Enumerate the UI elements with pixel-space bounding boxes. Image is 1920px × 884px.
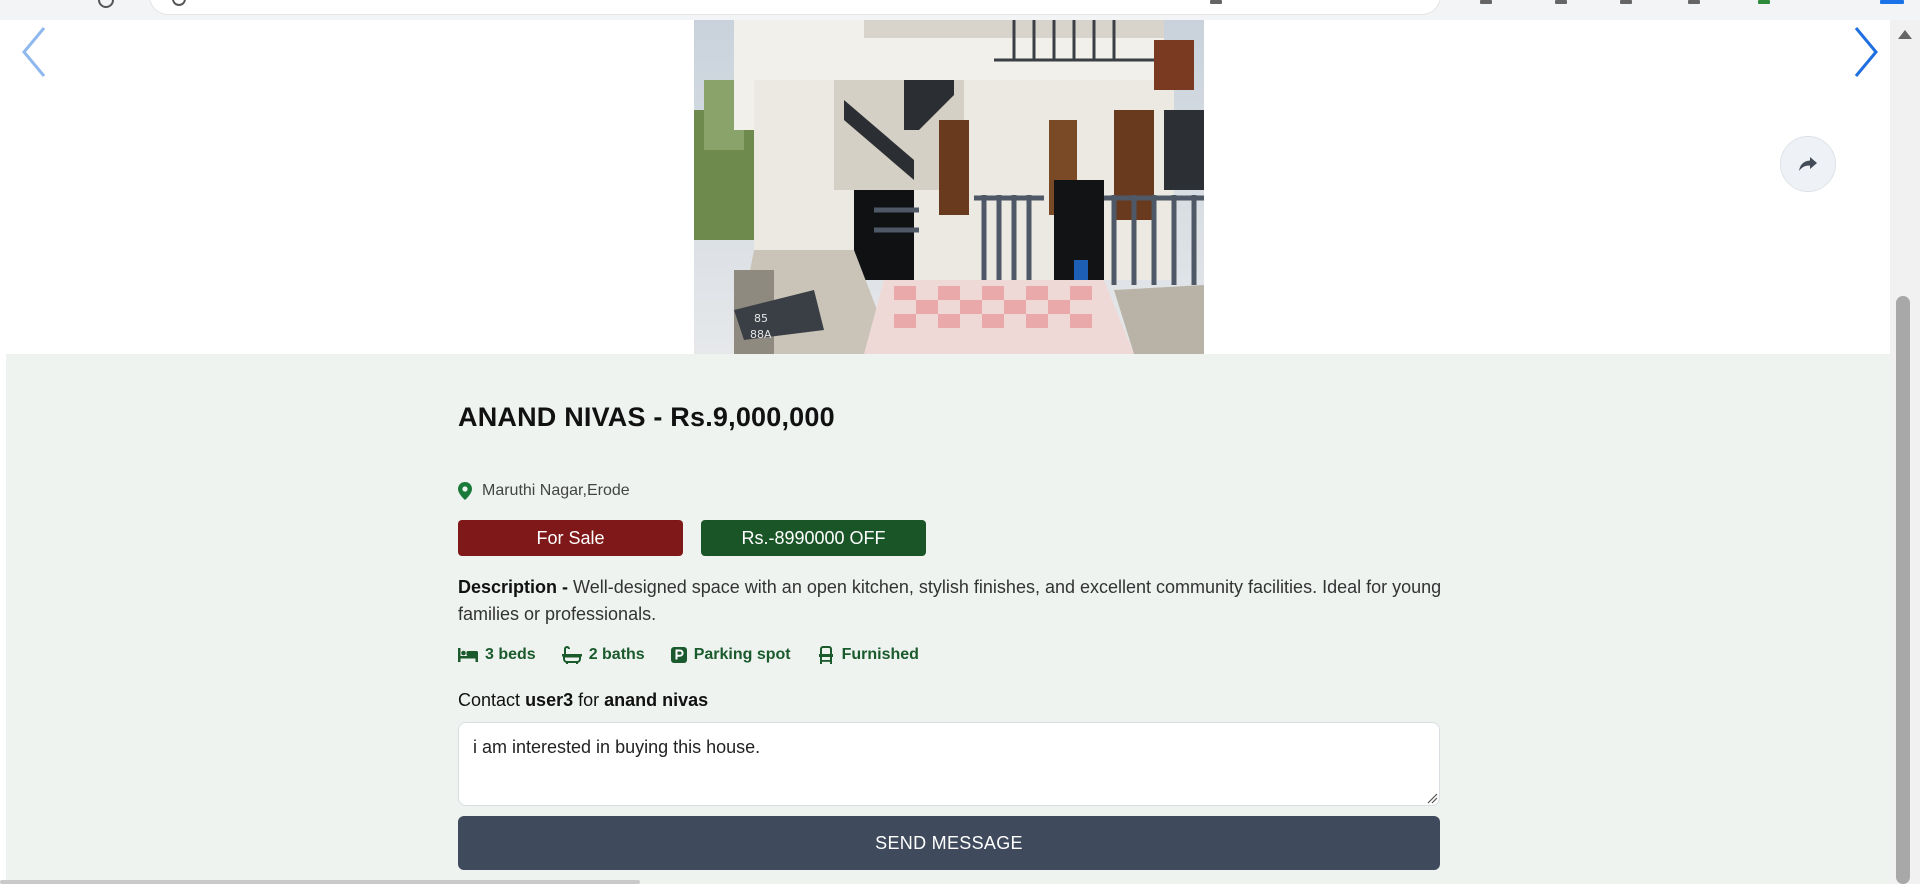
chevron-right-icon [1854,27,1878,77]
location-text: Maruthi Nagar,Erode [482,482,630,499]
bed-icon [458,648,478,662]
feature-label: 3 beds [485,646,536,663]
toolbar-icon[interactable] [1210,0,1222,4]
profile-icon[interactable] [1880,0,1904,4]
send-message-button[interactable]: SEND MESSAGE [458,816,1440,870]
property-photo: 85 88A [694,20,1204,354]
resize-handle-icon[interactable] [1426,792,1438,804]
vertical-scrollbar[interactable] [1890,20,1920,884]
contact-heading: Contact user3 for anand nivas [458,690,708,711]
photo-carousel: 85 88A [6,20,1890,354]
horizontal-scrollbar[interactable] [0,880,640,884]
contact-prefix: Contact [458,690,521,710]
share-button[interactable] [1780,136,1836,192]
plate-label: 85 [754,312,768,325]
extension-icon[interactable] [1758,0,1770,4]
feature-parking: Parking spot [670,646,791,664]
feature-label: Furnished [841,646,919,663]
chair-icon [818,646,833,664]
toolbar-icon[interactable] [1480,0,1492,4]
plate-label: 88A [750,328,772,341]
browser-toolbar [0,0,1920,20]
property-page: 85 88A ANAND NIVAS - Rs.9,000,000 Maruth… [6,20,1890,884]
address-bar[interactable] [150,0,1440,14]
discount-badge: Rs.-8990000 OFF [701,520,926,556]
contact-property: anand nivas [604,690,709,710]
description-label: Description - [458,577,569,597]
feature-baths: 2 baths [561,646,645,664]
parking-icon [670,647,687,663]
toolbar-icon[interactable] [1688,0,1700,4]
carousel-prev-button[interactable] [14,20,54,84]
scroll-up-icon[interactable] [1898,30,1912,39]
listing-details: ANAND NIVAS - Rs.9,000,000 Maruthi Nagar… [6,354,1890,884]
message-input[interactable]: i am interested in buying this house. [458,722,1440,806]
feature-list: 3 beds 2 baths Parking spot Furnished [458,646,919,664]
share-icon [1799,157,1817,171]
feature-label: 2 baths [588,646,645,663]
toolbar-icon[interactable] [1555,0,1567,4]
bath-icon [561,646,582,664]
toolbar-icon[interactable] [1620,0,1632,4]
description: Description - Well-designed space with a… [458,574,1448,628]
feature-label: Parking spot [693,646,791,663]
feature-furnished: Furnished [817,646,919,664]
listing-title: ANAND NIVAS - Rs.9,000,000 [458,402,835,432]
description-text: Well-designed space with an open kitchen… [458,577,1442,624]
info-icon[interactable] [98,0,114,8]
contact-middle: for [578,690,600,710]
scrollbar-thumb[interactable] [1896,296,1910,884]
for-sale-badge: For Sale [458,520,683,556]
map-pin-icon [458,482,472,500]
house-image: 85 88A [694,20,1204,354]
contact-user: user3 [525,690,574,710]
feature-beds: 3 beds [458,646,536,664]
carousel-next-button[interactable] [1846,20,1886,84]
location-row: Maruthi Nagar,Erode [458,482,630,500]
badge-row: For Sale Rs.-8990000 OFF [458,520,926,556]
chevron-left-icon [22,27,46,77]
